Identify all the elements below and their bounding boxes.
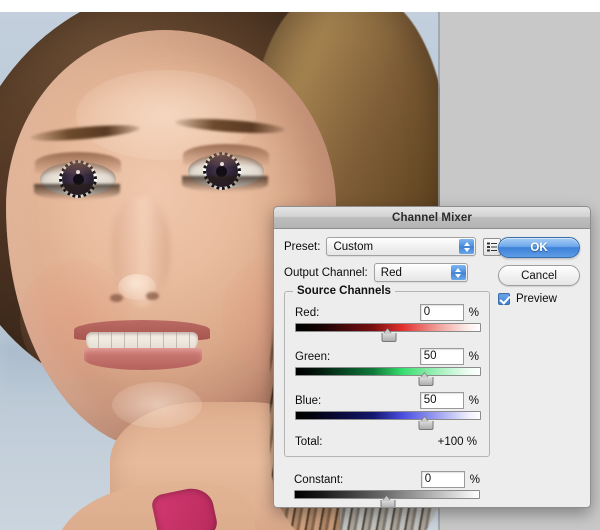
source-channels-title: Source Channels bbox=[293, 285, 395, 297]
total-row: Total: +100 % bbox=[295, 436, 479, 448]
channel-mixer-dialog[interactable]: Channel Mixer Preset: Custom Output Chan… bbox=[273, 206, 591, 508]
green-channel-slider[interactable] bbox=[295, 367, 481, 386]
red-channel-label: Red: bbox=[295, 306, 320, 319]
total-label: Total: bbox=[295, 436, 323, 448]
preset-label: Preset: bbox=[284, 240, 321, 253]
constant-unit: % bbox=[469, 473, 480, 486]
blue-channel-value-group: 50 % bbox=[419, 392, 479, 409]
dialog-button-column: OK Cancel Preview bbox=[498, 237, 580, 305]
app-screen: Channel Mixer Preset: Custom Output Chan… bbox=[0, 0, 600, 530]
output-channel-label: Output Channel: bbox=[284, 266, 368, 279]
chevron-down-icon bbox=[455, 273, 462, 278]
source-channels-group: Source Channels Red: 0 % Green: 50 % Blu… bbox=[284, 285, 490, 457]
blue-slider-thumb[interactable] bbox=[418, 419, 434, 430]
chevron-up-icon bbox=[463, 241, 470, 246]
dialog-titlebar[interactable]: Channel Mixer bbox=[274, 207, 590, 229]
window-top-strip bbox=[0, 0, 600, 12]
blue-slider-track[interactable] bbox=[295, 411, 481, 420]
preview-label: Preview bbox=[516, 293, 557, 305]
preview-checkbox[interactable] bbox=[498, 293, 510, 305]
photo-eyelid-left bbox=[35, 152, 121, 174]
output-channel-value: Red bbox=[380, 266, 402, 279]
dialog-title: Channel Mixer bbox=[392, 211, 472, 224]
red-slider-thumb[interactable] bbox=[381, 331, 397, 342]
constant-input[interactable]: 0 bbox=[420, 471, 465, 488]
photo-eyelash-right bbox=[182, 176, 268, 192]
green-channel-label: Green: bbox=[295, 350, 331, 363]
preset-options-icon bbox=[487, 242, 498, 251]
photo-nostril-right bbox=[146, 292, 159, 300]
red-channel-input[interactable]: 0 bbox=[419, 304, 464, 321]
constant-value-group: 0 % bbox=[420, 471, 480, 488]
cancel-button[interactable]: Cancel bbox=[498, 265, 580, 286]
blue-channel-input[interactable]: 50 bbox=[419, 392, 464, 409]
constant-slider-thumb[interactable] bbox=[380, 498, 396, 507]
blue-channel-row: Blue: 50 % bbox=[295, 392, 479, 409]
red-channel-row: Red: 0 % bbox=[295, 304, 479, 321]
ok-button[interactable]: OK bbox=[498, 237, 580, 258]
preset-select[interactable]: Custom bbox=[326, 237, 477, 256]
photo-lower-lip bbox=[84, 348, 202, 370]
constant-slider[interactable] bbox=[294, 490, 480, 507]
chevron-down-icon bbox=[463, 247, 470, 252]
green-slider-track[interactable] bbox=[295, 367, 481, 376]
constant-label: Constant: bbox=[294, 473, 344, 486]
output-channel-select[interactable]: Red bbox=[373, 263, 468, 282]
green-channel-value-group: 50 % bbox=[419, 348, 479, 365]
constant-block: Constant: 0 % bbox=[284, 471, 490, 507]
photo-nostril-left bbox=[110, 294, 123, 302]
green-slider-thumb[interactable] bbox=[418, 375, 434, 386]
red-channel-slider[interactable] bbox=[295, 323, 481, 342]
green-channel-row: Green: 50 % bbox=[295, 348, 479, 365]
photo-mouth bbox=[74, 320, 210, 372]
blue-channel-unit: % bbox=[468, 394, 479, 407]
green-channel-unit: % bbox=[468, 350, 479, 363]
red-channel-value-group: 0 % bbox=[419, 304, 479, 321]
chevron-up-icon bbox=[455, 267, 462, 272]
preset-value: Custom bbox=[333, 240, 374, 253]
photo-chin-highlight bbox=[112, 382, 202, 428]
red-channel-unit: % bbox=[468, 306, 479, 319]
green-channel-input[interactable]: 50 bbox=[419, 348, 464, 365]
total-value: +100 % bbox=[437, 436, 477, 448]
photo-eyelash-left bbox=[34, 184, 120, 200]
preview-row[interactable]: Preview bbox=[498, 293, 580, 305]
blue-channel-slider[interactable] bbox=[295, 411, 481, 430]
blue-channel-label: Blue: bbox=[295, 394, 322, 407]
output-channel-stepper-arrows[interactable] bbox=[450, 265, 466, 280]
preset-stepper-arrows[interactable] bbox=[459, 239, 475, 254]
photo-eyelid-right bbox=[183, 144, 269, 166]
constant-row: Constant: 0 % bbox=[294, 471, 480, 488]
